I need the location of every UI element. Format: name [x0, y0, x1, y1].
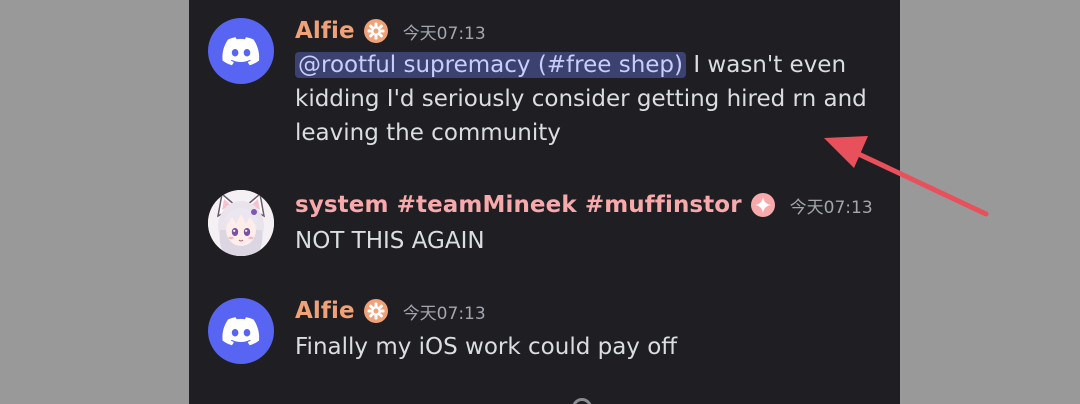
author-name[interactable]: system #teamMineek #muffinstor	[295, 192, 742, 218]
message-header: Alfie 今天07:13	[295, 294, 486, 328]
screenshot-stage: Alfie 今天07:13 @rootful supremacy (#free …	[0, 0, 1080, 404]
message-text: I wasn't even	[686, 52, 847, 78]
message-text: kidding I'd seriously consider getting h…	[295, 86, 867, 112]
message-text: leaving the community	[295, 120, 561, 146]
red-arrow-annotation	[824, 136, 989, 217]
message-text: NOT THIS AGAIN	[295, 228, 485, 254]
avatar[interactable]	[208, 298, 274, 364]
message-text: Finally my iOS work could pay off	[295, 334, 678, 360]
message-content: @rootful supremacy (#free shep) I wasn't…	[295, 48, 885, 150]
avatar[interactable]	[208, 18, 274, 84]
timestamp: 今天07:13	[402, 303, 486, 324]
message-content: NOT THIS AGAIN	[295, 224, 885, 258]
chat-panel: Alfie 今天07:13 @rootful supremacy (#free …	[189, 0, 900, 404]
avatar[interactable]	[208, 190, 274, 256]
anime-cat-girl-avatar	[208, 190, 274, 256]
author-name[interactable]: Alfie	[295, 298, 355, 324]
partial-icon	[572, 398, 592, 404]
timestamp: 今天07:13	[402, 23, 486, 44]
user-mention[interactable]: @rootful supremacy (#free shep)	[295, 52, 687, 78]
gear-badge-icon	[363, 18, 389, 44]
message-header: system #teamMineek #muffinstor 今天07:13	[295, 188, 873, 222]
author-name[interactable]: Alfie	[295, 18, 355, 44]
discord-logo-icon	[222, 37, 260, 66]
message-content: Finally my iOS work could pay off	[295, 330, 885, 364]
sparkle-badge-icon	[750, 192, 776, 218]
gear-badge-icon	[363, 298, 389, 324]
message-header: Alfie 今天07:13	[295, 14, 486, 48]
discord-logo-icon	[222, 317, 260, 346]
